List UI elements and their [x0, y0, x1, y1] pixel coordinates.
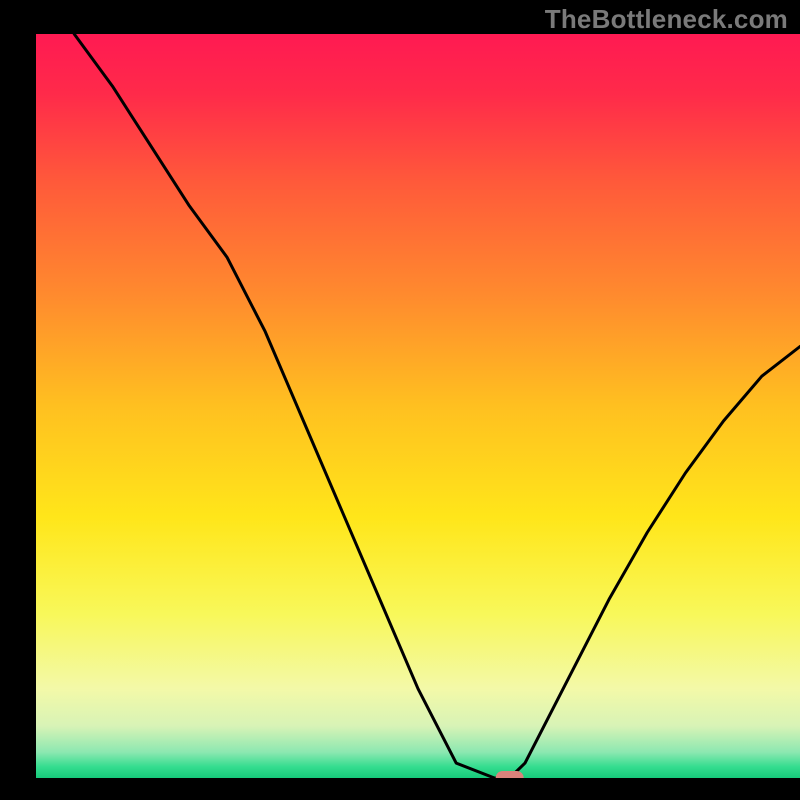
bottleneck-chart	[0, 0, 800, 800]
chart-container: TheBottleneck.com	[0, 0, 800, 800]
watermark-text: TheBottleneck.com	[545, 4, 788, 35]
frame-bottom	[0, 778, 800, 800]
frame-left	[0, 0, 36, 800]
